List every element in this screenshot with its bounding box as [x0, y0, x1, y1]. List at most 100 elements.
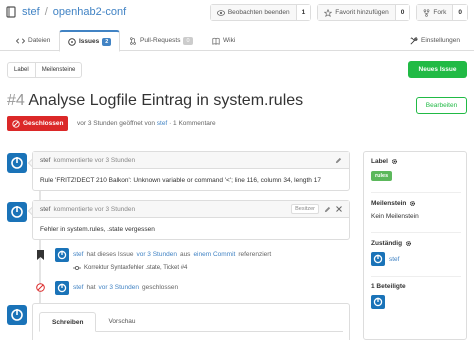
sidebar-divider [371, 232, 461, 233]
sidebar-divider [371, 192, 461, 193]
milestones-filter-button[interactable]: Meilensteine [34, 63, 82, 77]
watch-button-label: Beobachten beenden [227, 9, 290, 16]
gear-icon[interactable] [391, 158, 398, 165]
fork-button-group: Fork 0 [416, 4, 468, 21]
edit-title-button[interactable]: Bearbeiten [416, 97, 467, 114]
event-text: geschlossen [142, 284, 179, 291]
tab-pull-requests[interactable]: Pull-Requests 0 [121, 30, 201, 51]
commit-link[interactable]: einem Commit [193, 251, 235, 258]
owner-role-badge: Besitzer [291, 204, 319, 214]
tab-settings-label: Einstellungen [421, 37, 461, 44]
issue-filter-group: Label Meilensteine [7, 62, 83, 78]
label-tag[interactable]: rules [371, 171, 393, 181]
pulls-count-badge: 0 [183, 36, 193, 45]
comment-action: kommentierte [53, 156, 93, 164]
star-button[interactable]: Favorit hinzufügen [318, 5, 396, 20]
comment-author[interactable]: stef [40, 157, 50, 164]
tab-wiki[interactable]: Wiki [204, 30, 243, 51]
assignee-title-text: Zuständig [371, 240, 403, 247]
eye-icon [216, 9, 225, 16]
comment: stef kommentierte vor 3 Stunden Rule 'FR… [32, 151, 350, 191]
milestone-value: Kein Meilenstein [371, 213, 419, 220]
avatar[interactable] [7, 202, 27, 222]
comment-actions: Besitzer [291, 204, 342, 214]
avatar[interactable] [55, 281, 69, 295]
assignee-section: Zuständig stef [371, 240, 461, 266]
watch-button[interactable]: Beobachten beenden [210, 5, 297, 20]
comment-editor: Schreiben Vorschau [32, 303, 350, 340]
editor-tabs: Schreiben Vorschau [39, 312, 343, 332]
avatar [371, 252, 385, 266]
tab-wiki-label: Wiki [223, 37, 236, 44]
issue-author-link[interactable]: stef [157, 120, 167, 127]
fork-button-label: Fork [433, 9, 447, 16]
pencil-icon[interactable] [324, 206, 331, 213]
event-author-link[interactable]: stef [73, 284, 83, 291]
star-icon [324, 8, 333, 17]
comment-time[interactable]: vor 3 Stunden [95, 206, 135, 213]
fork-count[interactable]: 0 [453, 5, 467, 20]
issue-title-text: Analyse Logfile Eintrag in system.rules [28, 92, 304, 109]
pencil-icon[interactable] [335, 157, 342, 164]
repo-owner-link[interactable]: stef [22, 6, 40, 18]
comment-actions [335, 157, 342, 164]
status-badge: Geschlossen [7, 116, 69, 131]
event-author-link[interactable]: stef [73, 251, 83, 258]
gear-icon[interactable] [405, 240, 412, 247]
repo-tabs: Dateien Issues 2 Pull-Requests 0 Wiki Ei… [0, 30, 474, 52]
event-time-link[interactable]: vor 3 Stunden [99, 284, 139, 291]
wiki-book-icon [212, 37, 220, 45]
openhab-logo-icon [11, 206, 23, 218]
comment-header: stef kommentierte vor 3 Stunden Besitzer [33, 201, 349, 218]
participant-user[interactable] [371, 295, 461, 309]
milestone-title[interactable]: Meilenstein [371, 200, 461, 207]
assignee-user[interactable]: stef [371, 252, 461, 266]
repo-separator: / [44, 6, 48, 18]
commit-message[interactable]: Korrektur Syntaxfehler .state, Ticket #4 [84, 265, 187, 271]
star-button-group: Favorit hinzufügen 0 [317, 4, 411, 21]
avatar[interactable] [7, 153, 27, 173]
issue-meta-suffix: · 1 Kommentare [169, 120, 216, 127]
openhab-logo-icon [57, 283, 67, 293]
milestone-section: Meilenstein Kein Meilenstein [371, 200, 461, 220]
event-text: hat dieses Issue [86, 251, 134, 258]
participants-section: 1 Beteiligte [371, 283, 461, 309]
comment-author[interactable]: stef [40, 206, 50, 213]
labels-title[interactable]: Label [371, 158, 461, 165]
new-issue-button[interactable]: Neues Issue [408, 61, 467, 78]
tab-issues[interactable]: Issues 2 [59, 30, 121, 52]
issue-opened-icon [68, 37, 76, 46]
event-time-link[interactable]: vor 3 Stunden [136, 251, 176, 258]
watch-button-group: Beobachten beenden 1 [209, 4, 312, 21]
comment-body: Rule 'FRITZ!DECT 210 Balkon': Unknown va… [40, 176, 321, 184]
labels-title-text: Label [371, 158, 388, 165]
tab-settings[interactable]: Einstellungen [402, 30, 468, 51]
issue-meta-prefix: vor 3 Stunden geöffnet von [77, 120, 155, 127]
participants-title: 1 Beteiligte [371, 283, 406, 290]
repo-title: stef / openhab2-conf [6, 6, 126, 18]
assignee-title[interactable]: Zuständig [371, 240, 461, 247]
gear-icon[interactable] [409, 200, 416, 207]
reference-event: stef hat dieses Issue vor 3 Stunden aus … [73, 251, 271, 258]
sidebar-divider [371, 276, 461, 277]
fork-icon [423, 8, 430, 17]
star-count[interactable]: 0 [395, 5, 410, 20]
watch-count[interactable]: 1 [296, 5, 311, 20]
tab-files[interactable]: Dateien [8, 30, 58, 51]
labels-filter-button[interactable]: Label [8, 63, 35, 77]
repo-name-link[interactable]: openhab2-conf [53, 6, 126, 18]
issue-number: #4 [7, 92, 25, 109]
pull-request-icon [130, 36, 136, 45]
avatar[interactable] [55, 248, 69, 262]
avatar[interactable] [7, 305, 27, 325]
tab-write[interactable]: Schreiben [39, 312, 97, 332]
commit-icon [73, 266, 81, 270]
comment-time[interactable]: vor 3 Stunden [95, 157, 135, 164]
avatar [371, 295, 385, 309]
code-icon [16, 37, 25, 44]
close-icon[interactable] [336, 206, 342, 212]
tab-preview[interactable]: Vorschau [96, 312, 147, 331]
comment-body: Fehler in system.rules, .state vergessen [40, 225, 155, 233]
fork-button[interactable]: Fork [417, 5, 454, 20]
tab-files-label: Dateien [28, 37, 51, 44]
